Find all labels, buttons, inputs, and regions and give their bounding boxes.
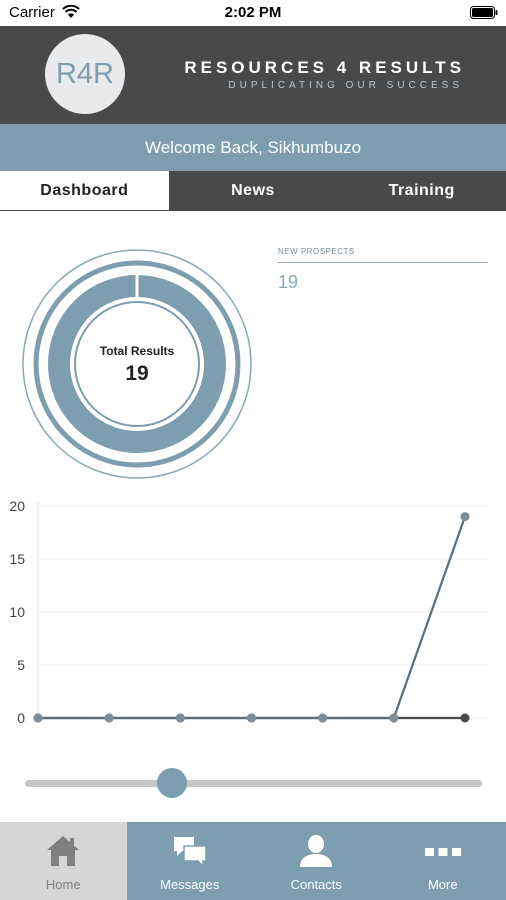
contacts-icon [300,835,333,867]
data-point [389,713,399,723]
brand-subtitle: DUPLICATING OUR SUCCESS [228,80,463,91]
y-tick-label: 0 [17,710,25,726]
slider-track[interactable] [25,780,482,787]
nav-contacts-label: Contacts [290,877,342,892]
series-line [38,516,467,720]
tab-news[interactable]: News [169,171,338,211]
tab-bar: Dashboard News Training [0,171,506,211]
total-results-value: 19 [125,362,149,385]
brand-logo: R4R [45,34,125,114]
nav-home-label: Home [45,877,81,892]
total-results-label: Total Results [99,344,175,358]
tab-training[interactable]: Training [337,171,506,211]
nav-messages[interactable]: Messages [127,822,254,900]
data-point [460,512,470,522]
data-point [318,713,328,723]
status-time: 2:02 PM [224,4,282,21]
tab-dashboard[interactable]: Dashboard [0,171,169,211]
more-icon [424,848,461,856]
data-point [460,713,470,723]
messages-icon [173,837,207,868]
results-line-chart: 20 15 10 5 0 [9,498,488,726]
y-tick-label: 15 [9,551,25,567]
brand-title: RESOURCES 4 RESULTS [184,58,465,77]
data-point [175,713,185,723]
y-tick-label: 5 [17,657,25,673]
new-prospects-value: 19 [278,272,299,292]
nav-more-label: More [427,877,458,892]
slider-thumb[interactable] [157,768,188,798]
battery-icon [470,6,498,19]
data-point [104,713,114,723]
nav-contacts[interactable]: Contacts [253,822,380,900]
nav-messages-label: Messages [160,877,220,892]
total-results-donut: Total Results 19 [21,248,253,480]
y-tick-label: 10 [9,604,25,620]
nav-more[interactable]: More [380,822,506,900]
nav-home[interactable]: Home [0,822,127,900]
welcome-banner: Welcome Back, Sikhumbuzo [0,124,506,171]
new-prospects-title: NEW PROSPECTS [278,247,355,256]
status-bar: Carrier 2:02 PM [0,0,506,26]
app-header: R4R RESOURCES 4 RESULTS DUPLICATING OUR … [0,26,506,124]
y-tick-label: 20 [9,498,25,514]
bottom-nav: Home Messages Contacts More [0,822,506,900]
data-point [33,713,43,723]
logo-text: R4R [55,58,114,90]
home-icon [47,836,80,866]
new-prospects-divider [278,262,488,263]
data-point [247,713,256,723]
